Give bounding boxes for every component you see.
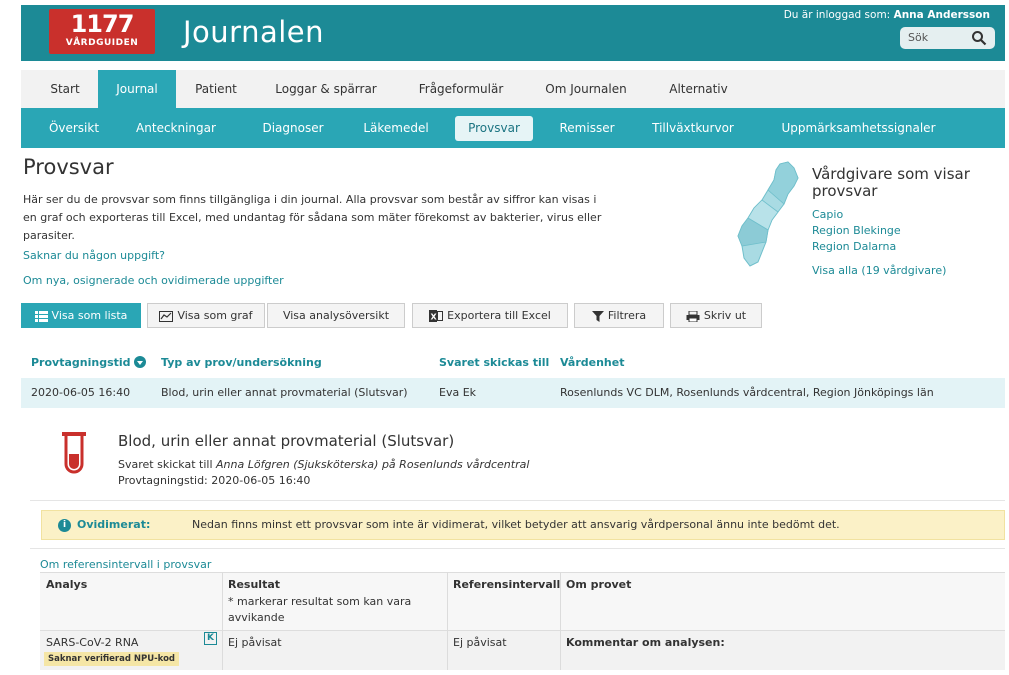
main-nav-start[interactable]: Start [39,70,91,108]
export-excel-button[interactable]: X Exportera till Excel [412,303,568,328]
analysis-header-om-provet: Om provet [566,578,632,591]
sub-nav-oversikt[interactable]: Översikt [39,108,109,148]
sub-nav-lakemedel[interactable]: Läkemedel [351,108,441,148]
print-button[interactable]: Skriv ut [670,303,762,328]
filter-icon [591,310,604,322]
print-icon [686,310,700,322]
search-box[interactable]: Sök [900,27,995,49]
analysis-result: Ej påvisat [228,636,282,649]
sub-nav-anteckningar[interactable]: Anteckningar [126,108,226,148]
column-header-provtagningstid[interactable]: Provtagningstid [31,356,147,369]
main-nav-alternativ[interactable]: Alternativ [656,70,741,108]
column-header-svaret[interactable]: Svaret skickas till [439,356,549,369]
warning-text: Nedan finns minst ett provsvar som inte … [192,518,840,531]
column-header-vardenhet[interactable]: Vårdenhet [560,356,624,369]
search-placeholder[interactable]: Sök [908,31,928,44]
detail-title: Blod, urin eller annat provmaterial (Slu… [118,432,455,450]
sub-nav-diagnoser[interactable]: Diagnoser [251,108,335,148]
show-all-providers-link[interactable]: Visa alla (19 vårdgivare) [812,264,946,277]
analysis-name: SARS-CoV-2 RNA [46,636,139,649]
care-provider-link[interactable]: Region Blekinge [812,224,901,237]
unverified-warning: i Ovidimerat: Nedan finns minst ett prov… [41,510,1005,540]
analysis-header-analys: Analys [46,578,88,591]
analysis-comment-label: Kommentar om analysen: [566,636,725,649]
logo-brand: VÅRDGUIDEN [65,38,139,48]
cell-svaret: Eva Ek [439,386,477,399]
login-user[interactable]: Anna Andersson [894,9,990,21]
care-providers-title: Vårdgivare som visar provsvar [812,165,970,200]
main-nav-om-journalen[interactable]: Om Journalen [531,70,641,108]
excel-icon: X [429,310,444,322]
test-tube-icon [62,432,86,474]
care-provider-link[interactable]: Region Dalarna [812,240,896,253]
page-title: Provsvar [23,155,114,179]
sub-nav-tillvaxtkurvor[interactable]: Tillväxtkurvor [638,108,748,148]
page-intro: Här ser du de provsvar som finns tillgän… [23,193,602,242]
info-icon: i [58,519,71,532]
app-title: Journalen [183,15,325,49]
sample-time-line: Provtagningstid: 2020-06-05 16:40 [118,474,311,487]
main-nav-patient[interactable]: Patient [184,70,248,108]
k-badge[interactable]: K [204,632,217,645]
care-provider-link[interactable]: Capio [812,208,843,221]
login-prefix: Du är inloggad som: [783,9,891,21]
sub-nav-remisser[interactable]: Remisser [547,108,627,148]
analysis-header-resultat-note: * markerar resultat som kan vara avvikan… [228,595,412,624]
divider [30,548,1005,549]
sub-nav-provsvar[interactable]: Provsvar [455,116,533,141]
analysis-reference: Ej påvisat [453,636,507,649]
reference-interval-link[interactable]: Om referensintervall i provsvar [40,558,211,571]
main-nav: Start Journal Patient Loggar & spärrar F… [21,70,1005,108]
filter-label: Filtrera [607,309,647,322]
table-row [40,630,1005,670]
cell-provtagningstid: 2020-06-05 16:40 [31,386,131,399]
graph-icon [159,310,174,322]
list-icon [34,310,48,322]
view-as-list-button[interactable]: Visa som lista [21,303,141,328]
app-header: 1177 VÅRDGUIDEN Journalen Du är inloggad… [21,5,1005,61]
unsigned-info-link[interactable]: Om nya, osignerade och ovidimerade uppgi… [23,274,284,287]
main-nav-frageformular[interactable]: Frågeformulär [406,70,516,108]
view-as-graph-button[interactable]: Visa som graf [147,303,265,328]
analysis-header-referens: Referensintervall [453,578,561,591]
column-divider [222,572,223,670]
cell-vardenhet: Rosenlunds VC DLM, Rosenlunds vårdcentra… [560,386,934,399]
divider [30,500,1005,501]
column-divider [447,572,448,670]
logo-number: 1177 [70,10,135,38]
logo[interactable]: 1177 VÅRDGUIDEN [49,9,155,54]
npu-warning-tag: Saknar verifierad NPU-kod [44,652,180,666]
login-info: Du är inloggad som: Anna Andersson [784,9,990,21]
view-analysis-overview-button[interactable]: Visa analysöversikt [267,303,405,328]
export-excel-label: Exportera till Excel [447,309,551,322]
warning-label: Ovidimerat: [77,518,151,531]
svg-text:X: X [431,313,438,322]
column-header-typ[interactable]: Typ av prov/undersökning [161,356,322,369]
view-as-list-label: Visa som lista [51,309,128,322]
search-icon[interactable] [971,30,987,46]
cell-typ: Blod, urin eller annat provmaterial (Slu… [161,386,408,399]
sweden-map-icon [737,161,799,267]
print-label: Skriv ut [703,309,747,322]
main-nav-journal[interactable]: Journal [98,70,176,108]
sub-nav-uppmarksamhetssignaler[interactable]: Uppmärksamhetssignaler [766,108,951,148]
sub-nav: Översikt Anteckningar Diagnoser Läkemede… [21,108,1005,148]
sort-down-icon[interactable] [134,356,147,368]
view-as-graph-label: Visa som graf [177,309,253,322]
analysis-header-resultat: Resultat [228,578,281,591]
filter-button[interactable]: Filtrera [574,303,664,328]
missing-info-link[interactable]: Saknar du någon uppgift? [23,249,165,262]
main-nav-loggar[interactable]: Loggar & spärrar [261,70,391,108]
sent-to-line: Svaret skickat till Anna Löfgren (Sjuksk… [118,458,530,471]
